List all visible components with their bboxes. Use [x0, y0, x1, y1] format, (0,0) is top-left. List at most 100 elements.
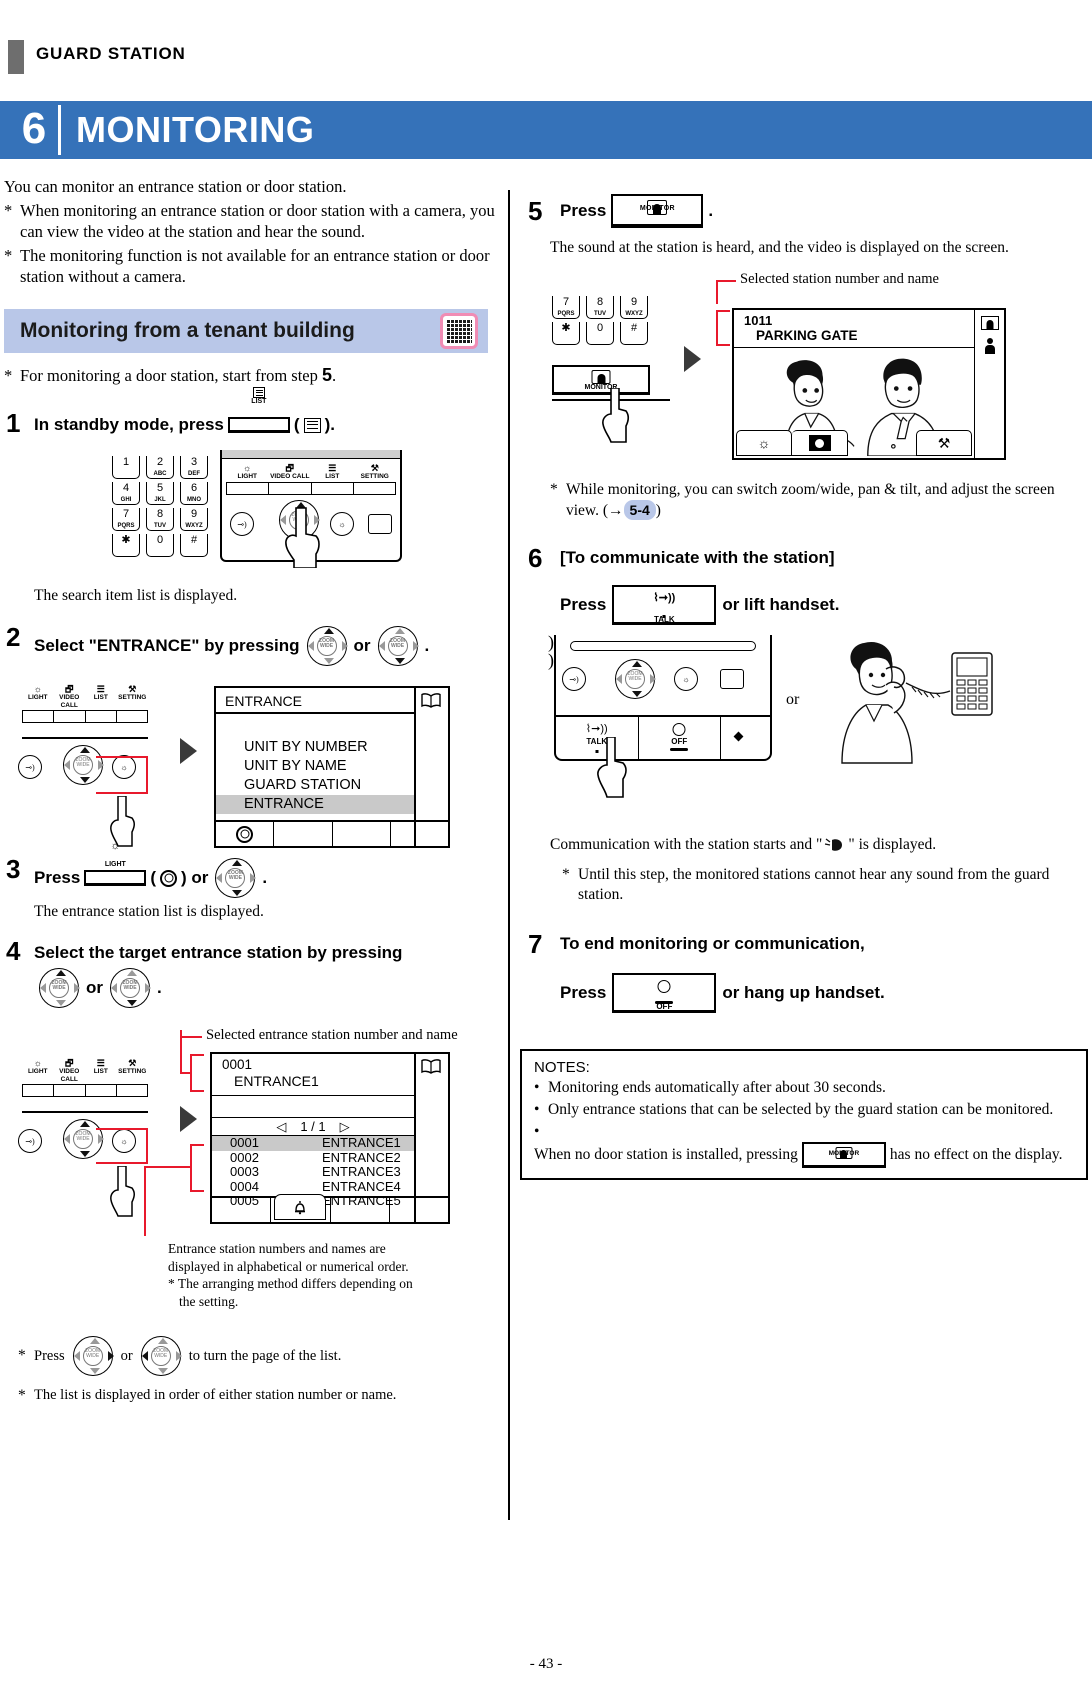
key-6[interactable]: 6 MNO — [180, 482, 208, 505]
softkey-list[interactable] — [312, 483, 354, 494]
monitor-key-button[interactable]: MONITOR — [611, 194, 704, 228]
softkey-light[interactable] — [227, 483, 270, 494]
screen-softkey-call[interactable] — [271, 1194, 331, 1222]
step-6-note-text: Until this step, the monitored stations … — [578, 866, 1050, 903]
key-7[interactable]: 7 PQRS — [112, 508, 140, 531]
nav-pad-icon[interactable]: ZOOMWIDE — [61, 1119, 105, 1159]
softkey-setting[interactable] — [117, 711, 147, 722]
section-note-step: 5 — [322, 365, 333, 385]
softkey-light[interactable] — [23, 1085, 55, 1096]
table-row[interactable]: 0004 ENTRANCE4 — [212, 1179, 414, 1195]
screen-softkey-1[interactable] — [212, 1198, 272, 1222]
extra-button[interactable] — [721, 717, 770, 759]
menu-item-guard-station[interactable]: GUARD STATION — [216, 776, 414, 795]
person-icon — [984, 338, 995, 354]
call-button[interactable]: ⊸) — [562, 667, 586, 691]
softkey-setting[interactable] — [354, 483, 395, 494]
talk-off-row[interactable]: ⌇➞)) TALK OFF — [556, 715, 770, 759]
key-9[interactable]: 9 WXYZ — [620, 296, 648, 319]
door-release-button[interactable] — [368, 514, 392, 534]
tools-icon[interactable]: ⚒ — [916, 430, 972, 456]
nav-pad-left-icon[interactable]: ZOOM WIDE — [139, 1336, 183, 1376]
reference-chip[interactable]: 5-4 — [623, 500, 656, 520]
nav-pad-down-icon[interactable]: ZOOM WIDE — [376, 626, 420, 666]
monitor-toolbar[interactable]: ☼ ⚒ — [736, 430, 972, 456]
adjust-button[interactable]: ☼ — [112, 755, 136, 779]
adjust-button[interactable]: ☼ — [330, 512, 354, 536]
softkey-list[interactable] — [86, 711, 117, 722]
softkey-list[interactable] — [86, 1085, 117, 1096]
softkey-row[interactable] — [22, 1084, 148, 1097]
softkey-video-call[interactable] — [54, 711, 86, 722]
menu-item-unit-by-number[interactable]: UNIT BY NUMBER — [216, 738, 414, 757]
screen-softkey-4[interactable] — [391, 822, 448, 846]
video-call-icon: 🗗 — [285, 463, 294, 473]
key-7[interactable]: 7 PQRS — [552, 296, 580, 319]
call-button[interactable]: ⊸) — [18, 1129, 42, 1153]
key-5[interactable]: 5 JKL — [146, 482, 174, 505]
key-1[interactable]: 1 — [112, 456, 140, 479]
adjust-button[interactable]: ☼ — [112, 1129, 136, 1153]
nav-pad-up-icon[interactable]: ZOOM WIDE — [37, 968, 81, 1008]
screen-softkey-enter[interactable] — [216, 822, 275, 846]
brightness-icon[interactable]: ☼ — [736, 430, 792, 456]
key-4[interactable]: 4 GHI — [112, 482, 140, 505]
door-release-button[interactable] — [720, 669, 744, 689]
adjust-button[interactable]: ☼ — [674, 667, 698, 691]
menu-item-unit-by-name[interactable]: UNIT BY NAME — [216, 757, 414, 776]
softkey-row[interactable] — [226, 482, 396, 495]
key-hash[interactable]: # — [180, 534, 208, 557]
screen-softkey-row[interactable] — [216, 820, 448, 846]
table-row[interactable]: 0001 ENTRANCE1 — [212, 1135, 414, 1151]
key-8[interactable]: 8 TUV — [146, 508, 174, 531]
softkey-video-call[interactable] — [269, 483, 312, 494]
key-8[interactable]: 8 TUV — [586, 296, 614, 319]
navigation-pad[interactable]: ZOOMWIDE — [58, 1119, 108, 1159]
nav-pad-up-icon[interactable]: ZOOM WIDE — [305, 626, 349, 666]
step-4-number: 4 — [6, 936, 21, 966]
softkey-label-video-call: 🗗 VIDEO CALL — [54, 1058, 86, 1084]
screen-softkey-3[interactable] — [331, 1198, 390, 1222]
key-9[interactable]: 9 WXYZ — [180, 508, 208, 531]
navigation-pad[interactable]: ZOOMWIDE — [610, 659, 660, 699]
nav-pad-icon[interactable]: ZOOMWIDE — [213, 858, 257, 898]
station-name: PARKING GATE — [756, 328, 858, 343]
menu-item-list[interactable]: UNIT BY NUMBER UNIT BY NAME GUARD STATIO… — [216, 714, 414, 814]
off-button[interactable]: OFF — [639, 717, 722, 759]
call-button[interactable]: ⊸) — [18, 755, 42, 779]
screen-softkey-2[interactable] — [274, 822, 333, 846]
talk-key-button[interactable]: ⌇➞)) TALK — [612, 585, 717, 625]
nav-pad-down-icon[interactable]: ZOOM WIDE — [108, 968, 152, 1008]
menu-item-entrance[interactable]: ENTRANCE — [216, 795, 414, 814]
navigation-pad[interactable]: ZOOMWIDE — [58, 745, 108, 785]
softkey-setting[interactable] — [117, 1085, 147, 1096]
next-page-arrow[interactable]: ▷ — [340, 1119, 350, 1135]
table-row[interactable]: 0002 ENTRANCE2 — [212, 1150, 414, 1166]
screen-softkey-row[interactable] — [212, 1194, 448, 1222]
handset-icon: ⊸) — [18, 1129, 42, 1153]
nav-pad-icon[interactable]: ZOOMWIDE — [613, 659, 657, 699]
key-star[interactable]: ✱ — [552, 322, 580, 345]
softkey-row[interactable] — [22, 710, 148, 723]
key-0[interactable]: 0 — [146, 534, 174, 557]
key-star[interactable]: ✱ — [112, 534, 140, 557]
key-2[interactable]: 2 ABC — [146, 456, 174, 479]
light-key-button[interactable]: ☼ LIGHT — [84, 841, 147, 886]
nav-pad-icon[interactable]: ZOOMWIDE — [61, 745, 105, 785]
call-button[interactable]: ⊸) — [230, 512, 254, 536]
screen-softkey-4[interactable] — [390, 1198, 448, 1222]
camera-icon[interactable] — [792, 430, 848, 456]
softkey-light[interactable] — [23, 711, 55, 722]
monitor-key-button[interactable]: MONITOR — [801, 1142, 886, 1168]
off-key-button[interactable]: OFF — [612, 973, 717, 1013]
key-3[interactable]: 3 DEF — [180, 456, 208, 479]
nav-pad-right-icon[interactable]: ZOOM WIDE — [71, 1336, 115, 1376]
screen-softkey-3[interactable] — [333, 822, 391, 846]
prev-page-arrow[interactable]: ◁ — [276, 1119, 286, 1135]
softkey-video-call[interactable] — [54, 1085, 86, 1096]
key-hash[interactable]: # — [620, 322, 648, 345]
building-grid-glyph — [446, 319, 472, 343]
key-0[interactable]: 0 — [586, 322, 614, 345]
table-row[interactable]: 0003 ENTRANCE3 — [212, 1164, 414, 1180]
list-key-button[interactable]: LIST — [227, 387, 290, 433]
